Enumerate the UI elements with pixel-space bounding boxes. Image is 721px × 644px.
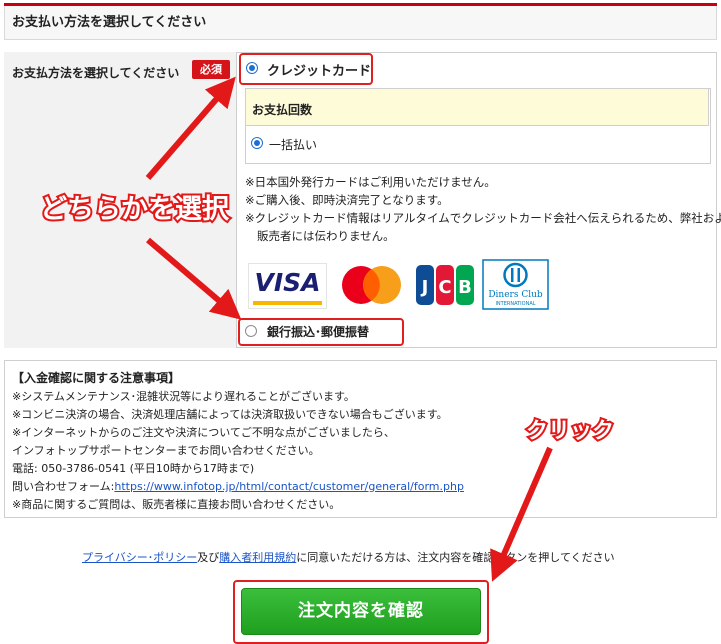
notice-line-4: インフォトップサポートセンターまでお問い合わせください。 xyxy=(12,444,320,457)
bank-transfer-label[interactable]: 銀行振込･郵便振替 xyxy=(267,323,369,340)
svg-text:J: J xyxy=(420,277,429,298)
credit-note-3: ※クレジットカード情報はリアルタイムでクレジットカード会社へ伝えられるため、弊社… xyxy=(245,211,721,225)
terms-link[interactable]: 購入者利用規約 xyxy=(219,551,296,564)
notice-line-3: ※インターネットからのご注文や決済についてご不明な点がございましたら、 xyxy=(12,426,395,439)
credit-note-2: ※ご購入後、即時決済完了となります。 xyxy=(245,193,449,207)
payment-method-label: お支払方法を選択してください xyxy=(12,66,180,80)
notice-form-line: 問い合わせフォーム:https://www.infotop.jp/html/co… xyxy=(12,478,464,494)
contact-form-link[interactable]: https://www.infotop.jp/html/contact/cust… xyxy=(114,480,464,493)
agreement-and: 及び xyxy=(197,551,220,564)
privacy-policy-link[interactable]: プライバシー･ポリシー xyxy=(82,551,197,564)
annotation-click: クリック xyxy=(524,417,616,446)
agreement-rest: に同意いただける方は、注文内容を確認ボタンを押してください xyxy=(296,551,615,564)
notice-line-last: ※商品に関するご質問は、販売者様に直接お問い合わせください。 xyxy=(12,498,341,511)
installment-header xyxy=(245,88,709,126)
notice-phone: 電話: 050-3786-0541 (平日10時から17時まで) xyxy=(12,462,255,475)
diners-club-logo: Diners Club INTERNATIONAL xyxy=(482,259,549,310)
lump-sum-radio[interactable] xyxy=(251,137,263,149)
agreement-text: プライバシー･ポリシー及び購入者利用規約に同意いただける方は、注文内容を確認ボタ… xyxy=(82,549,615,565)
required-badge: 必須 xyxy=(192,60,230,79)
notice-title: 【入金確認に関する注意事項】 xyxy=(12,371,181,385)
form-label: 問い合わせフォーム: xyxy=(12,480,115,493)
annotation-select-one: どちらかを選択 xyxy=(38,192,231,227)
credit-card-label[interactable]: クレジットカード xyxy=(267,60,371,79)
visa-logo-bar xyxy=(253,301,322,305)
lump-sum-label[interactable]: 一括払い xyxy=(269,136,317,153)
svg-text:B: B xyxy=(458,277,472,298)
notice-line-2: ※コンビニ決済の場合、決済処理店舗によっては決済取扱いできない場合もございます。 xyxy=(12,408,448,421)
diners-club-subtext: INTERNATIONAL xyxy=(495,301,535,307)
credit-card-radio[interactable] xyxy=(246,62,258,74)
notice-line-1: ※システムメンテナンス･混雑状況等により遅れることがございます。 xyxy=(12,390,355,403)
credit-note-1: ※日本国外発行カードはご利用いただけません。 xyxy=(245,175,496,189)
diners-club-text: Diners Club xyxy=(488,290,543,300)
visa-logo-text: VISA xyxy=(254,268,321,297)
svg-text:C: C xyxy=(438,277,451,298)
bank-transfer-radio[interactable] xyxy=(245,325,257,337)
installment-title: お支払回数 xyxy=(252,103,313,117)
visa-logo: VISA xyxy=(248,263,327,309)
mastercard-logo xyxy=(342,266,401,304)
jcb-logo: J C B xyxy=(416,265,474,305)
page-title: お支払い方法を選択してください xyxy=(12,15,207,30)
confirm-order-button[interactable]: 注文内容を確認 xyxy=(241,588,481,635)
credit-note-4: 販売者には伝わりません。 xyxy=(257,229,395,243)
